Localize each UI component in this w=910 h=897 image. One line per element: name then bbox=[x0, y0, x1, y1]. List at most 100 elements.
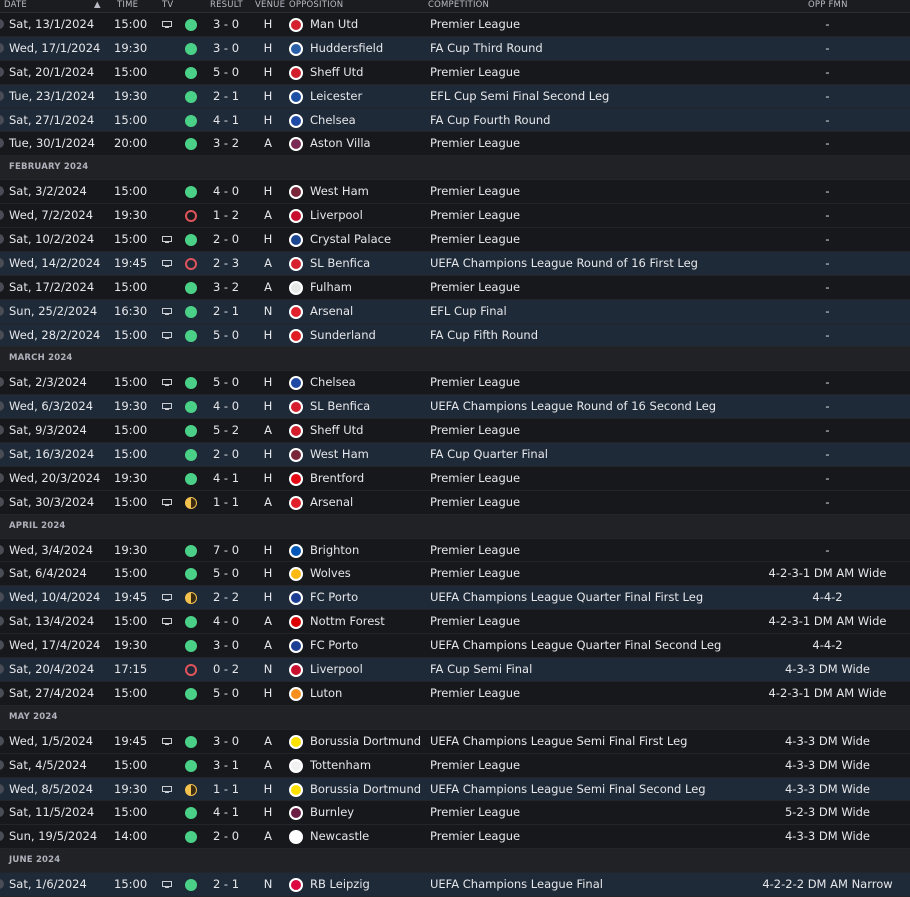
fixture-row[interactable]: Sat, 20/1/2024 15:00 5 - 0 H Sheff Utd Premie… bbox=[0, 60, 910, 85]
competition-link[interactable]: UEFA Champions League Semi Final First L… bbox=[430, 730, 687, 754]
match-score[interactable]: 2 - 2 bbox=[210, 586, 242, 610]
opposition-link[interactable]: Man Utd bbox=[310, 13, 358, 37]
col-header-venue[interactable]: VENUE bbox=[255, 0, 285, 11]
match-score[interactable]: 7 - 0 bbox=[210, 539, 242, 563]
match-score[interactable]: 4 - 0 bbox=[210, 610, 242, 634]
match-score[interactable]: 3 - 0 bbox=[210, 13, 242, 37]
opposition-link[interactable]: Borussia Dortmund bbox=[310, 778, 421, 802]
opposition-link[interactable]: Fulham bbox=[310, 276, 352, 300]
opposition-link[interactable]: Chelsea bbox=[310, 371, 356, 395]
competition-link[interactable]: Premier League bbox=[430, 132, 520, 156]
match-score[interactable]: 5 - 0 bbox=[210, 682, 242, 706]
match-score[interactable]: 5 - 0 bbox=[210, 371, 242, 395]
competition-link[interactable]: Premier League bbox=[430, 371, 520, 395]
match-score[interactable]: 2 - 1 bbox=[210, 873, 242, 897]
match-score[interactable]: 4 - 0 bbox=[210, 395, 242, 419]
competition-link[interactable]: Premier League bbox=[430, 610, 520, 634]
match-score[interactable]: 3 - 0 bbox=[210, 730, 242, 754]
fixture-row[interactable]: Tue, 30/1/2024 20:00 3 - 2 A Aston Villa Prem… bbox=[0, 132, 910, 157]
competition-link[interactable]: FA Cup Third Round bbox=[430, 37, 543, 61]
fixture-row[interactable]: Wed, 8/5/2024 19:30 1 - 1 H Borussia Dortmun… bbox=[0, 777, 910, 802]
competition-link[interactable]: EFL Cup Final bbox=[430, 300, 507, 324]
competition-link[interactable]: Premier League bbox=[430, 562, 520, 586]
competition-link[interactable]: FA Cup Fourth Round bbox=[430, 109, 550, 133]
opposition-link[interactable]: FC Porto bbox=[310, 586, 358, 610]
opposition-link[interactable]: Chelsea bbox=[310, 109, 356, 133]
match-score[interactable]: 3 - 2 bbox=[210, 132, 242, 156]
match-score[interactable]: 2 - 0 bbox=[210, 443, 242, 467]
fixture-row[interactable]: Wed, 10/4/2024 19:45 2 - 2 H FC Porto UEFA Ch… bbox=[0, 586, 910, 611]
opposition-link[interactable]: Aston Villa bbox=[310, 132, 371, 156]
fixture-row[interactable]: Sat, 20/4/2024 17:15 0 - 2 N Liverpool FA Cup… bbox=[0, 658, 910, 682]
match-score[interactable]: 4 - 1 bbox=[210, 467, 242, 491]
competition-link[interactable]: Premier League bbox=[430, 13, 520, 37]
fixture-row[interactable]: Wed, 3/4/2024 19:30 7 - 0 H Brighton Premier … bbox=[0, 538, 910, 563]
opposition-link[interactable]: Luton bbox=[310, 682, 342, 706]
competition-link[interactable]: Premier League bbox=[430, 180, 520, 204]
fixture-row[interactable]: Wed, 17/4/2024 19:30 3 - 0 A FC Porto UEFA Ch… bbox=[0, 634, 910, 659]
opposition-link[interactable]: West Ham bbox=[310, 180, 369, 204]
competition-link[interactable]: FA Cup Fifth Round bbox=[430, 324, 538, 348]
opposition-link[interactable]: Wolves bbox=[310, 562, 351, 586]
match-score[interactable]: 2 - 0 bbox=[210, 825, 242, 849]
competition-link[interactable]: UEFA Champions League Quarter Final Firs… bbox=[430, 586, 703, 610]
opposition-link[interactable]: Tottenham bbox=[310, 754, 371, 778]
opposition-link[interactable]: Borussia Dortmund bbox=[310, 730, 421, 754]
fixture-row[interactable]: Sat, 6/4/2024 15:00 5 - 0 H Wolves Premier Le… bbox=[0, 562, 910, 587]
competition-link[interactable]: Premier League bbox=[430, 825, 520, 849]
competition-link[interactable]: Premier League bbox=[430, 467, 520, 491]
competition-link[interactable]: UEFA Champions League Round of 16 First … bbox=[430, 252, 698, 276]
opposition-link[interactable]: Liverpool bbox=[310, 204, 363, 228]
match-score[interactable]: 5 - 0 bbox=[210, 562, 242, 586]
col-header-opposition[interactable]: OPPOSITION bbox=[289, 0, 343, 11]
match-score[interactable]: 3 - 0 bbox=[210, 37, 242, 61]
col-header-opp-fmn[interactable]: OPP FMN bbox=[808, 0, 848, 11]
competition-link[interactable]: UEFA Champions League Semi Final Second … bbox=[430, 778, 706, 802]
competition-link[interactable]: EFL Cup Semi Final Second Leg bbox=[430, 85, 609, 109]
match-score[interactable]: 2 - 3 bbox=[210, 252, 242, 276]
competition-link[interactable]: UEFA Champions League Quarter Final Seco… bbox=[430, 634, 721, 658]
fixture-row[interactable]: Sat, 17/2/2024 15:00 3 - 2 A Fulham Premier L… bbox=[0, 275, 910, 300]
match-score[interactable]: 2 - 1 bbox=[210, 300, 242, 324]
competition-link[interactable]: Premier League bbox=[430, 276, 520, 300]
col-header-tv[interactable]: TV bbox=[162, 0, 173, 11]
col-header-result[interactable]: RESULT bbox=[210, 0, 243, 11]
fixture-row[interactable]: Sat, 30/3/2024 15:00 1 - 1 A Arsenal Premier … bbox=[0, 490, 910, 515]
match-score[interactable]: 2 - 0 bbox=[210, 228, 242, 252]
opposition-link[interactable]: RB Leipzig bbox=[310, 873, 370, 897]
opposition-link[interactable]: Brighton bbox=[310, 539, 359, 563]
col-header-time[interactable]: TIME bbox=[117, 0, 138, 11]
competition-link[interactable]: UEFA Champions League Round of 16 Second… bbox=[430, 395, 716, 419]
fixture-row[interactable]: Wed, 17/1/2024 19:30 3 - 0 H Huddersfield FA … bbox=[0, 36, 910, 61]
opposition-link[interactable]: Sheff Utd bbox=[310, 419, 363, 443]
opposition-link[interactable]: FC Porto bbox=[310, 634, 358, 658]
match-score[interactable]: 4 - 1 bbox=[210, 801, 242, 825]
competition-link[interactable]: Premier League bbox=[430, 801, 520, 825]
fixture-row[interactable]: Sat, 9/3/2024 15:00 5 - 2 A Sheff Utd Premier… bbox=[0, 419, 910, 444]
competition-link[interactable]: FA Cup Quarter Final bbox=[430, 443, 548, 467]
fixture-row[interactable]: Wed, 6/3/2024 19:30 4 - 0 H SL Benfica UEFA C… bbox=[0, 395, 910, 420]
competition-link[interactable]: Premier League bbox=[430, 204, 520, 228]
fixture-row[interactable]: Wed, 7/2/2024 19:30 1 - 2 A Liverpool Premier… bbox=[0, 204, 910, 229]
opposition-link[interactable]: SL Benfica bbox=[310, 252, 370, 276]
match-score[interactable]: 5 - 0 bbox=[210, 324, 242, 348]
fixture-row[interactable]: Wed, 1/5/2024 19:45 3 - 0 A Borussia Dortmun… bbox=[0, 729, 910, 754]
opposition-link[interactable]: Leicester bbox=[310, 85, 362, 109]
competition-link[interactable]: Premier League bbox=[430, 682, 520, 706]
match-score[interactable]: 1 - 1 bbox=[210, 778, 242, 802]
opposition-link[interactable]: Nottm Forest bbox=[310, 610, 385, 634]
match-score[interactable]: 4 - 1 bbox=[210, 109, 242, 133]
fixture-row[interactable]: Sat, 13/1/2024 15:00 3 - 0 H Man Utd Premier … bbox=[0, 13, 910, 37]
opposition-link[interactable]: Huddersfield bbox=[310, 37, 383, 61]
fixture-row[interactable]: Sat, 10/2/2024 15:00 2 - 0 H Crystal Palace P… bbox=[0, 228, 910, 252]
fixture-row[interactable]: Sat, 4/5/2024 15:00 3 - 1 A Tottenham Premier… bbox=[0, 753, 910, 778]
fixture-row[interactable]: Sat, 11/5/2024 15:00 4 - 1 H Burnley Premier … bbox=[0, 801, 910, 826]
competition-link[interactable]: FA Cup Semi Final bbox=[430, 658, 532, 682]
opposition-link[interactable]: West Ham bbox=[310, 443, 369, 467]
opposition-link[interactable]: Arsenal bbox=[310, 300, 353, 324]
fixture-row[interactable]: Wed, 20/3/2024 19:30 4 - 1 H Brentford Premie… bbox=[0, 466, 910, 491]
match-score[interactable]: 1 - 1 bbox=[210, 491, 242, 515]
match-score[interactable]: 4 - 0 bbox=[210, 180, 242, 204]
match-score[interactable]: 3 - 1 bbox=[210, 754, 242, 778]
competition-link[interactable]: Premier League bbox=[430, 61, 520, 85]
